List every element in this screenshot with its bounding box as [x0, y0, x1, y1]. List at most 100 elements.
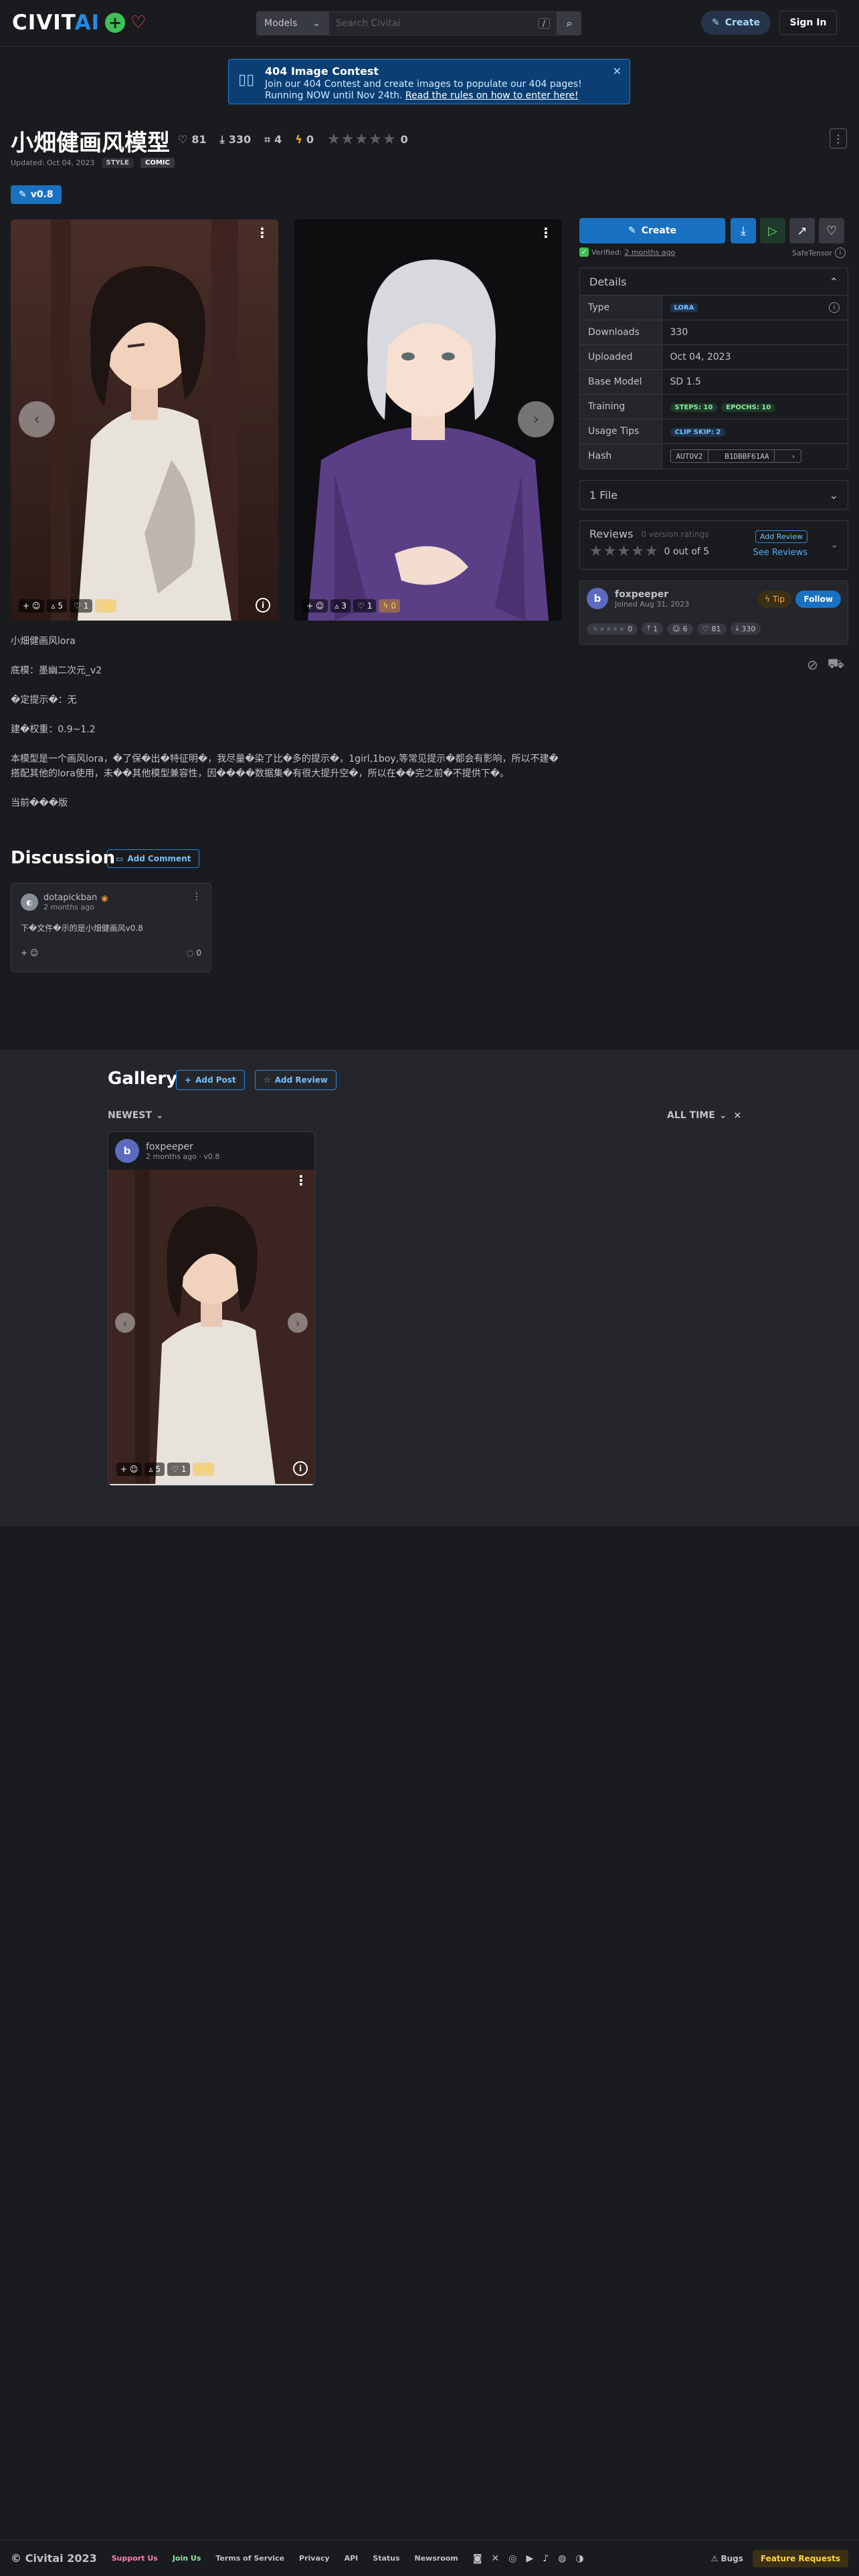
chevron-down-icon[interactable]: ⌄ [830, 540, 838, 550]
upload-icon: ⤒ [647, 624, 651, 633]
rating-stat[interactable]: ★★★★★ 0 [327, 131, 408, 148]
kebab-icon: ⋮ [833, 132, 844, 145]
buzz-tip-button[interactable]: ϟ0 [193, 1463, 215, 1476]
carousel-next-button[interactable]: › [288, 1313, 308, 1333]
avatar[interactable]: ◐ [21, 893, 38, 911]
carousel-prev-button[interactable]: ‹ [19, 401, 55, 437]
download-button[interactable]: ⤓ [731, 218, 756, 243]
sidebar-create-button[interactable]: ✎ Create [579, 218, 725, 243]
instagram-icon[interactable]: ◎ [508, 2553, 516, 2564]
add-reaction-button[interactable]: + ☺ [21, 948, 38, 958]
reaction-like[interactable]: ▵ 3 [330, 599, 351, 613]
logo[interactable]: CIVITAI + ♡ [12, 9, 146, 36]
see-reviews-link[interactable]: See Reviews [753, 548, 807, 558]
info-icon[interactable]: i [256, 598, 270, 613]
run-button[interactable]: ▷ [760, 218, 785, 243]
footer-api-link[interactable]: API [345, 2554, 359, 2563]
buzz-tip-button[interactable]: ϟ0 [379, 599, 401, 613]
footer-support-link[interactable]: Support Us [112, 2554, 158, 2563]
files-panel[interactable]: 1 File ⌄ [579, 480, 848, 510]
hash-type[interactable]: AUTOV2 [671, 452, 708, 461]
add-post-button[interactable]: + Add Post [176, 1070, 245, 1090]
details-header[interactable]: Details ⌃ [580, 268, 848, 295]
sort-dropdown[interactable]: NEWEST ⌄ [108, 1110, 164, 1121]
post-author[interactable]: foxpeeper [146, 1142, 219, 1152]
model-image-2[interactable]: ⋮ + ☺ ▵ 3 ♡ 1 ϟ0 › [294, 219, 562, 621]
avatar[interactable]: b [115, 1139, 139, 1163]
footer-status-link[interactable]: Status [373, 2554, 399, 2563]
youtube-icon[interactable]: ▶ [526, 2553, 533, 2564]
cart-off-icon[interactable]: ⛟ [828, 655, 844, 673]
heart-icon[interactable]: ♡ [130, 13, 146, 33]
hash-value[interactable]: B1DBBF61AA [719, 452, 774, 461]
gallery-title: Gallery [108, 1069, 178, 1089]
footer-terms-link[interactable]: Terms of Service [215, 2554, 284, 2563]
add-reaction-button[interactable]: + ☺ [302, 599, 328, 613]
usage-badge: CLIP SKIP: 2 [670, 428, 726, 437]
filter-icon[interactable]: ⨯ [734, 1110, 742, 1121]
tip-button[interactable]: ϟ Tip [758, 591, 791, 608]
reaction-heart[interactable]: ♡ 1 [167, 1463, 191, 1476]
creator-name[interactable]: foxpeeper [615, 589, 689, 600]
tiktok-icon[interactable]: ♪ [543, 2553, 549, 2564]
bugs-link[interactable]: ⚠ Bugs [711, 2554, 743, 2563]
brush-icon: ✎ [628, 225, 636, 236]
chevron-right-icon[interactable]: › [785, 452, 801, 461]
banner-rules-link[interactable]: Read the rules on how to enter here! [405, 90, 579, 101]
search-input[interactable]: Search Civitai / [328, 11, 557, 35]
github-icon[interactable]: ◑ [575, 2553, 583, 2564]
carousel-prev-button[interactable]: ‹ [115, 1313, 135, 1333]
follow-button[interactable]: Follow [795, 591, 841, 608]
add-reaction-button[interactable]: + ☺ [19, 599, 45, 613]
kebab-icon[interactable]: ⋮ [192, 891, 201, 902]
close-icon[interactable]: ✕ [613, 65, 622, 78]
search-category-select[interactable]: Models ⌄ [256, 11, 328, 35]
add-reaction-button[interactable]: + ☺ [116, 1463, 142, 1476]
version-tab[interactable]: ✎ v0.8 [11, 185, 62, 204]
hash-box[interactable]: AUTOV2 B1DBBF61AA › [670, 449, 802, 463]
tag-style[interactable]: STYLE [101, 158, 134, 168]
model-image-1[interactable]: ⋮ + ☺ ▵ 5 ♡ 1 ϟ0 i ‹ [11, 219, 278, 621]
x-icon[interactable]: ✕ [492, 2553, 500, 2564]
reaction-like[interactable]: ▵ 5 [145, 1463, 165, 1476]
post-image[interactable]: ⋮ ‹ › + ☺ ▵ 5 ♡ 1 ϟ0 i [108, 1170, 314, 1485]
likes-stat[interactable]: ♡ 81 [178, 133, 207, 146]
reaction-heart[interactable]: ♡ 1 [353, 599, 377, 613]
image-menu-icon[interactable]: ⋮ [256, 225, 269, 241]
tag-comic[interactable]: COMIC [140, 158, 175, 168]
reaction-like[interactable]: ▵ 5 [47, 599, 68, 613]
reddit-icon[interactable]: ◍ [558, 2553, 566, 2564]
image-menu-icon[interactable]: ⋮ [294, 1172, 308, 1188]
footer-newsroom-link[interactable]: Newsroom [415, 2554, 458, 2563]
footer-privacy-link[interactable]: Privacy [299, 2554, 330, 2563]
add-review-button[interactable]: Add Review [755, 530, 807, 543]
reply-count[interactable]: ◌ 0 [187, 948, 201, 958]
feature-requests-button[interactable]: Feature Requests [752, 2549, 848, 2567]
chevron-up-icon: ⌃ [829, 275, 838, 288]
search-button[interactable]: ⌕ [557, 11, 581, 35]
share-button[interactable]: ↗ [789, 218, 815, 243]
add-review-button[interactable]: ☆ Add Review [255, 1070, 337, 1090]
discord-icon[interactable]: ◙ [473, 2553, 482, 2564]
image-menu-icon[interactable]: ⋮ [539, 225, 553, 241]
like-button[interactable]: ♡ [819, 218, 844, 243]
gallery-post-card[interactable]: b foxpeeper 2 months ago · v0.8 ⋮ ‹ › + … [108, 1132, 315, 1486]
reaction-heart[interactable]: ♡ 1 [70, 599, 93, 613]
buzz-tip-button[interactable]: ϟ0 [95, 599, 117, 613]
plus-icon[interactable]: + [105, 13, 126, 33]
verified-time-link[interactable]: 2 months ago [624, 248, 675, 257]
globe-off-icon[interactable]: ⊘ [807, 657, 818, 673]
avatar[interactable]: b [587, 588, 608, 609]
comment-author[interactable]: dotapickban [43, 893, 97, 903]
info-icon[interactable]: i [293, 1461, 308, 1476]
footer-join-link[interactable]: Join Us [173, 2554, 201, 2563]
info-icon[interactable]: i [829, 302, 840, 313]
model-menu-button[interactable]: ⋮ [830, 128, 847, 148]
add-comment-button[interactable]: ▭ Add Comment [107, 849, 200, 868]
carousel-next-button[interactable]: › [518, 401, 554, 437]
time-dropdown[interactable]: ALL TIME ⌄ [667, 1110, 727, 1121]
header-create-button[interactable]: ✎ Create [701, 11, 771, 35]
info-icon[interactable]: i [834, 247, 846, 258]
users-icon: ☺ [672, 624, 680, 633]
sign-in-button[interactable]: Sign In [779, 11, 837, 35]
